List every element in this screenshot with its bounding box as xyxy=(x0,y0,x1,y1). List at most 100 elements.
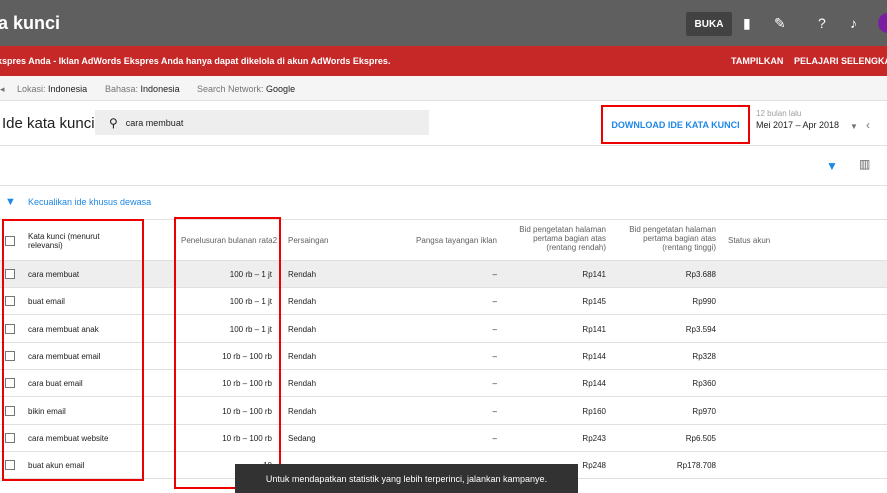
keyword-cell[interactable]: bikin email xyxy=(28,407,66,416)
columns-icon[interactable]: ▥ xyxy=(859,157,870,171)
row-checkbox[interactable] xyxy=(5,323,15,334)
banner-message: kspres Anda - Iklan AdWords Ekspres Anda… xyxy=(0,56,391,66)
keyword-cell[interactable]: cara membuat xyxy=(28,270,79,279)
keyword-cell[interactable]: cara membuat email xyxy=(28,352,100,361)
searches-cell: 100 rb – 1 jt xyxy=(229,324,272,334)
bid-high-cell: Rp3.688 xyxy=(685,270,716,279)
table-toolbar: ▼ ▥ xyxy=(0,146,887,186)
network-value: Google xyxy=(266,84,296,94)
reports-icon[interactable]: ▮ xyxy=(743,15,751,32)
impression-share-cell: – xyxy=(492,433,497,443)
impression-share-cell: – xyxy=(492,379,497,389)
bid-high-cell: Rp970 xyxy=(692,406,716,416)
col-competition[interactable]: Persaingan xyxy=(288,236,368,245)
keyword-cell[interactable]: cara membuat anak xyxy=(28,325,99,334)
download-keyword-ideas-button[interactable]: DOWNLOAD IDE KATA KUNCI xyxy=(601,105,750,144)
bid-low-cell: Rp141 xyxy=(582,324,606,334)
targeting-filter-bar: ◂ Lokasi: Indonesia Bahasa: Indonesia Se… xyxy=(0,76,887,101)
language-value: Indonesia xyxy=(140,84,180,94)
col-bid-low[interactable]: Bid pengetatan halaman pertama bagian at… xyxy=(510,225,606,252)
network-label: Search Network: xyxy=(197,84,264,94)
keyword-cell[interactable]: cara membuat website xyxy=(28,434,108,443)
row-checkbox[interactable] xyxy=(5,350,15,361)
location-filter[interactable]: Lokasi: Indonesia xyxy=(17,84,87,94)
row-checkbox[interactable] xyxy=(5,405,15,416)
row-checkbox[interactable] xyxy=(5,432,15,443)
bid-low-cell: Rp144 xyxy=(582,379,606,389)
competition-cell: Rendah xyxy=(288,406,317,416)
impression-share-cell: – xyxy=(492,351,497,361)
table-row[interactable]: buat email 100 rb – 1 jt Rendah – Rp145 Rp990 xyxy=(0,288,887,316)
keyword-cell[interactable]: buat email xyxy=(28,297,65,306)
competition-cell: Rendah xyxy=(288,324,317,334)
row-checkbox[interactable] xyxy=(5,378,15,389)
bid-high-cell: Rp328 xyxy=(692,351,716,361)
col-impression-share[interactable]: Pangsa tayangan iklan xyxy=(394,236,497,245)
competition-cell: Rendah xyxy=(288,351,317,361)
bid-low-cell: Rp141 xyxy=(582,270,606,279)
date-range-select[interactable]: Mei 2017 – Apr 2018 xyxy=(756,120,839,130)
competition-cell: Rendah xyxy=(288,270,317,279)
impression-share-cell: – xyxy=(492,406,497,416)
help-icon[interactable]: ? xyxy=(818,15,826,31)
searches-cell: 100 rb – 1 jt xyxy=(229,297,272,307)
table-row[interactable]: cara buat email 10 rb – 100 rb Rendah – Rp14… xyxy=(0,370,887,398)
search-row: Ide kata kunci ⚲ cara membuat DOWNLOAD I… xyxy=(0,101,887,146)
network-filter[interactable]: Search Network: Google xyxy=(197,84,295,94)
row-checkbox[interactable] xyxy=(5,460,15,471)
searches-cell: 10 rb – 100 rb xyxy=(222,406,272,416)
bid-high-cell: Rp178.708 xyxy=(676,461,716,471)
tools-wrench-icon[interactable]: ✎ xyxy=(774,15,786,32)
language-filter[interactable]: Bahasa: Indonesia xyxy=(105,84,180,94)
top-app-bar: a kunci BUKA ▮ ✎ ? ♪ xyxy=(0,0,887,46)
notifications-bell-icon[interactable]: ♪ xyxy=(850,15,857,31)
col-keyword[interactable]: Kata kunci (menurut relevansi) xyxy=(28,232,128,250)
exclusion-filter-row: ▼ Kecualikan ide khusus dewasa xyxy=(0,186,887,220)
date-range-label: 12 bulan lalu xyxy=(756,109,802,118)
section-heading: Ide kata kunci xyxy=(2,115,95,132)
table-header: Kata kunci (menurut relevansi) Penelusur… xyxy=(0,220,887,261)
searches-cell: 10 rb – 100 rb xyxy=(222,433,272,443)
bid-high-cell: Rp990 xyxy=(692,297,716,307)
bid-high-cell: Rp6.505 xyxy=(685,433,716,443)
chevron-down-icon[interactable]: ▼ xyxy=(850,122,858,131)
page-title: a kunci xyxy=(0,12,61,33)
filter-icon: ▼ xyxy=(5,196,16,208)
search-icon: ⚲ xyxy=(109,115,118,130)
bid-high-cell: Rp3.594 xyxy=(685,324,716,334)
avatar[interactable] xyxy=(878,13,887,33)
table-row[interactable]: cara membuat 100 rb – 1 jt Rendah – Rp141 Rp3… xyxy=(0,261,887,288)
filter-icon[interactable]: ▼ xyxy=(826,159,838,173)
row-checkbox[interactable] xyxy=(5,296,15,307)
competition-cell: Sedang xyxy=(288,433,316,443)
open-button[interactable]: BUKA xyxy=(686,12,732,36)
search-query: cara membuat xyxy=(125,117,184,128)
learn-more-button[interactable]: PELAJARI SELENGKAPN xyxy=(794,56,887,66)
bid-low-cell: Rp144 xyxy=(582,351,606,361)
table-row[interactable]: cara membuat website 10 rb – 100 rb Sedang… xyxy=(0,425,887,452)
show-button[interactable]: TAMPILKAN xyxy=(731,56,783,66)
location-value: Indonesia xyxy=(48,84,88,94)
competition-cell: Rendah xyxy=(288,297,317,307)
bid-high-cell: Rp360 xyxy=(692,379,716,389)
select-all-checkbox[interactable] xyxy=(5,236,15,246)
notification-banner: kspres Anda - Iklan AdWords Ekspres Anda… xyxy=(0,46,887,76)
col-bid-high[interactable]: Bid pengetatan halaman pertama bagian at… xyxy=(620,225,716,252)
keyword-cell[interactable]: buat akun email xyxy=(28,461,84,470)
impression-share-cell: – xyxy=(492,297,497,307)
keyword-cell[interactable]: cara buat email xyxy=(28,379,83,388)
table-row[interactable]: bikin email 10 rb – 100 rb Rendah – Rp160 Rp9… xyxy=(0,398,887,425)
chevron-left-icon[interactable]: ‹ xyxy=(866,118,870,132)
searches-cell: 10 rb – 100 rb xyxy=(222,351,272,361)
col-account-status[interactable]: Status akun xyxy=(728,236,808,245)
impression-share-cell: – xyxy=(492,324,497,334)
collapse-arrow-icon[interactable]: ◂ xyxy=(0,84,5,95)
bid-low-cell: Rp160 xyxy=(582,406,606,416)
exclude-adult-ideas-chip[interactable]: Kecualikan ide khusus dewasa xyxy=(28,197,151,207)
keyword-search-input[interactable]: ⚲ cara membuat xyxy=(95,110,429,135)
col-searches[interactable]: Penelusuran bulanan rata2 xyxy=(181,236,281,245)
table-row[interactable]: cara membuat anak 100 rb – 1 jt Rendah – Rp1… xyxy=(0,316,887,343)
row-checkbox[interactable] xyxy=(5,269,15,279)
bid-low-cell: Rp145 xyxy=(582,297,606,307)
table-row[interactable]: cara membuat email 10 rb – 100 rb Rendah – R… xyxy=(0,343,887,370)
